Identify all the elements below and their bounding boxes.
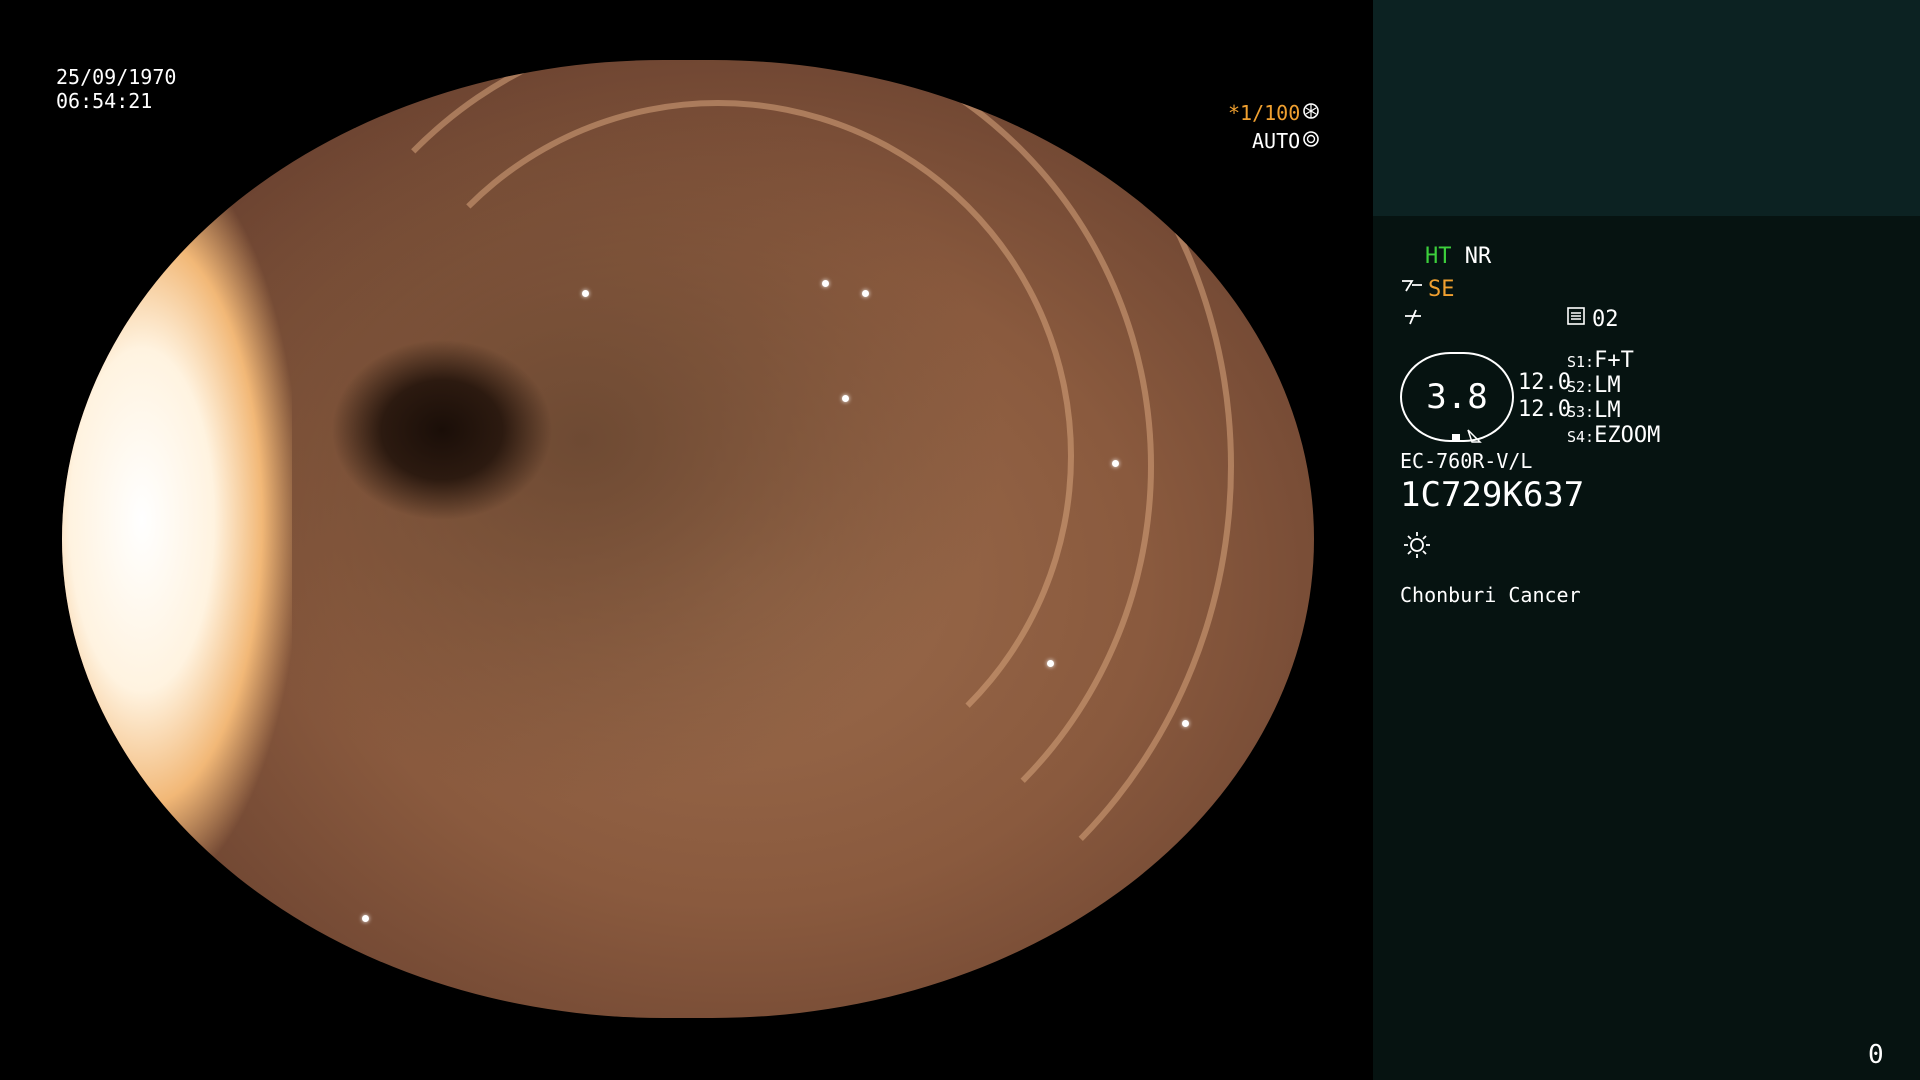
switch-row: S1:F+T — [1567, 348, 1660, 373]
switch-row: S3:LM — [1567, 398, 1660, 423]
switch-key: S1: — [1567, 353, 1595, 371]
endoscope-image — [62, 60, 1314, 1018]
switch-row: S4:EZOOM — [1567, 423, 1660, 448]
light-reflection — [1047, 660, 1054, 667]
switch-row: S2:LM — [1567, 373, 1660, 398]
scope-serial: 1C729K637 — [1400, 475, 1585, 515]
exam-time: 06:54:21 — [56, 89, 153, 113]
nr-label: NR — [1464, 244, 1492, 269]
ht-indicator: HT NR — [1425, 244, 1491, 270]
switch-list: S1:F+T S2:LM S3:LM S4:EZOOM — [1567, 348, 1660, 448]
image-counter: 0 — [1868, 1040, 1884, 1070]
se-label: SE — [1428, 276, 1455, 302]
value-top: 12.0 — [1518, 370, 1571, 395]
value-bottom: 12.0 — [1518, 397, 1571, 422]
shutter-readout: *1/100 — [1228, 100, 1320, 126]
enhance-icon — [1400, 275, 1426, 304]
light-reflection — [582, 290, 589, 297]
switch-value: F+T — [1594, 348, 1634, 373]
iris-mode: AUTO — [1252, 129, 1301, 153]
hospital-name: Chonburi Cancer — [1400, 583, 1581, 607]
info-panel-header — [1373, 0, 1920, 216]
scope-model: EC-760R-V/L — [1400, 449, 1533, 473]
light-reflection — [822, 280, 829, 287]
light-glare — [62, 140, 292, 900]
level-value: 3.8 — [1426, 377, 1488, 417]
exam-date: 25/09/1970 — [56, 65, 177, 89]
light-reflection — [842, 395, 849, 402]
switch-value: EZOOM — [1594, 423, 1661, 448]
structure-enhance-row: SE — [1400, 275, 1455, 304]
switch-key: S3: — [1567, 403, 1595, 421]
switch-key: S4: — [1567, 428, 1595, 446]
iris-readout: AUTO — [1252, 128, 1320, 154]
light-reflection — [362, 915, 369, 922]
level-marker-icon — [1450, 426, 1490, 450]
shutter-speed: *1/100 — [1228, 101, 1301, 125]
aperture-icon — [1302, 100, 1320, 126]
memory-number: 02 — [1592, 306, 1619, 332]
switch-value: LM — [1594, 373, 1621, 398]
light-reflection — [1182, 720, 1189, 727]
ht-label: HT — [1425, 244, 1452, 269]
iris-icon — [1302, 128, 1320, 154]
light-reflection — [862, 290, 869, 297]
light-reflection — [1057, 940, 1064, 947]
light-reflection — [1112, 460, 1119, 467]
filter-icon — [1402, 306, 1424, 332]
sun-icon — [1402, 530, 1432, 564]
switch-key: S2: — [1567, 378, 1595, 396]
memory-row: 02 — [1566, 306, 1619, 333]
memory-icon — [1566, 306, 1586, 333]
switch-value: LM — [1594, 398, 1621, 423]
